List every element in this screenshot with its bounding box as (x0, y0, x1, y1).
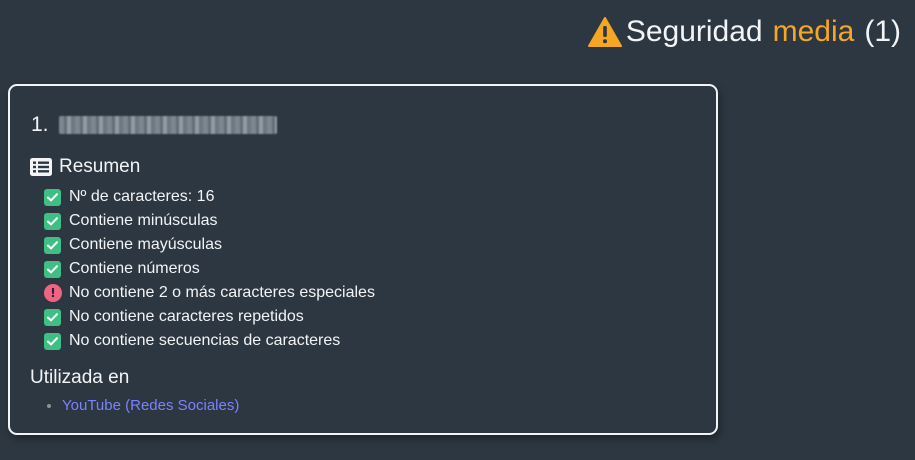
password-entry: 1. (31, 110, 696, 140)
password-card: 1. Resumen Nº de caracteres: 16 Contiene … (8, 84, 718, 435)
summary-heading: Resumen (30, 155, 696, 179)
check-icon (44, 260, 61, 278)
check-icon (44, 308, 61, 326)
requirements-list: Nº de caracteres: 16 Contiene minúsculas C… (44, 185, 696, 353)
requirement-label: Contiene mayúsculas (69, 236, 222, 253)
summary-title: Resumen (59, 156, 141, 177)
requirement-item: No contiene secuencias de caracteres (44, 329, 696, 353)
warning-icon (587, 17, 622, 47)
requirement-label: No contiene secuencias de caracteres (69, 332, 341, 349)
requirement-label: Contiene números (69, 260, 200, 277)
used-in-item: YouTube (Redes Sociales) (62, 395, 696, 417)
requirement-item: Contiene números (44, 257, 696, 281)
check-icon (44, 212, 61, 230)
check-icon (44, 236, 61, 254)
check-icon (44, 188, 61, 206)
requirement-item: Contiene mayúsculas (44, 233, 696, 257)
requirement-label: Nº de caracteres: 16 (69, 188, 215, 205)
requirement-item: Nº de caracteres: 16 (44, 185, 696, 209)
requirement-item: Contiene minúsculas (44, 209, 696, 233)
entry-number: 1. (31, 113, 49, 136)
used-in-link[interactable]: YouTube (Redes Sociales) (62, 397, 239, 414)
requirement-label: No contiene 2 o más caracteres especiale… (69, 284, 375, 301)
security-label: Seguridad (625, 15, 763, 48)
security-count: (1) (864, 15, 901, 48)
requirement-label: Contiene minúsculas (69, 212, 218, 229)
security-level-header: Seguridad media (1) (587, 12, 901, 52)
used-in-title: Utilizada en (30, 367, 130, 388)
security-level: media (772, 15, 855, 48)
alert-icon: ! (44, 284, 62, 302)
used-in-list: YouTube (Redes Sociales) (30, 395, 696, 417)
list-icon (30, 158, 52, 176)
requirement-label: No contiene caracteres repetidos (69, 308, 304, 325)
requirement-item: No contiene caracteres repetidos (44, 305, 696, 329)
requirement-item: ! No contiene 2 o más caracteres especial… (44, 281, 696, 305)
check-icon (44, 332, 61, 350)
masked-password (58, 116, 277, 134)
